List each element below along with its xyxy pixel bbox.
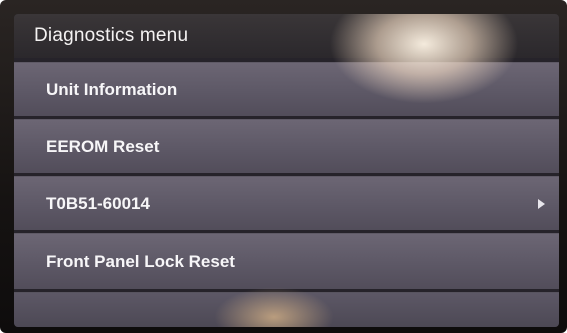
chevron-right-icon [538,198,545,209]
menu-item-label: EEROM Reset [46,136,160,156]
diagnostics-menu-list: Unit Information EEROM Reset T0B51-60014… [14,62,559,327]
display-screen: Diagnostics menu Unit Information EEROM … [14,14,559,327]
menu-item-label: Unit Information [46,79,178,99]
menu-item-part-number[interactable]: T0B51-60014 [14,176,559,230]
page-title: Diagnostics menu [34,25,189,46]
menu-header: Diagnostics menu [14,14,559,58]
menu-item-eerom-reset[interactable]: EEROM Reset [14,119,559,173]
menu-item-front-panel-lock-reset[interactable]: Front Panel Lock Reset [14,233,559,289]
device-bezel: Diagnostics menu Unit Information EEROM … [0,0,567,333]
menu-item-partial [14,292,559,327]
menu-item-label: T0B51-60014 [46,193,150,213]
menu-item-label: Front Panel Lock Reset [46,251,235,271]
menu-item-unit-information[interactable]: Unit Information [14,62,559,116]
